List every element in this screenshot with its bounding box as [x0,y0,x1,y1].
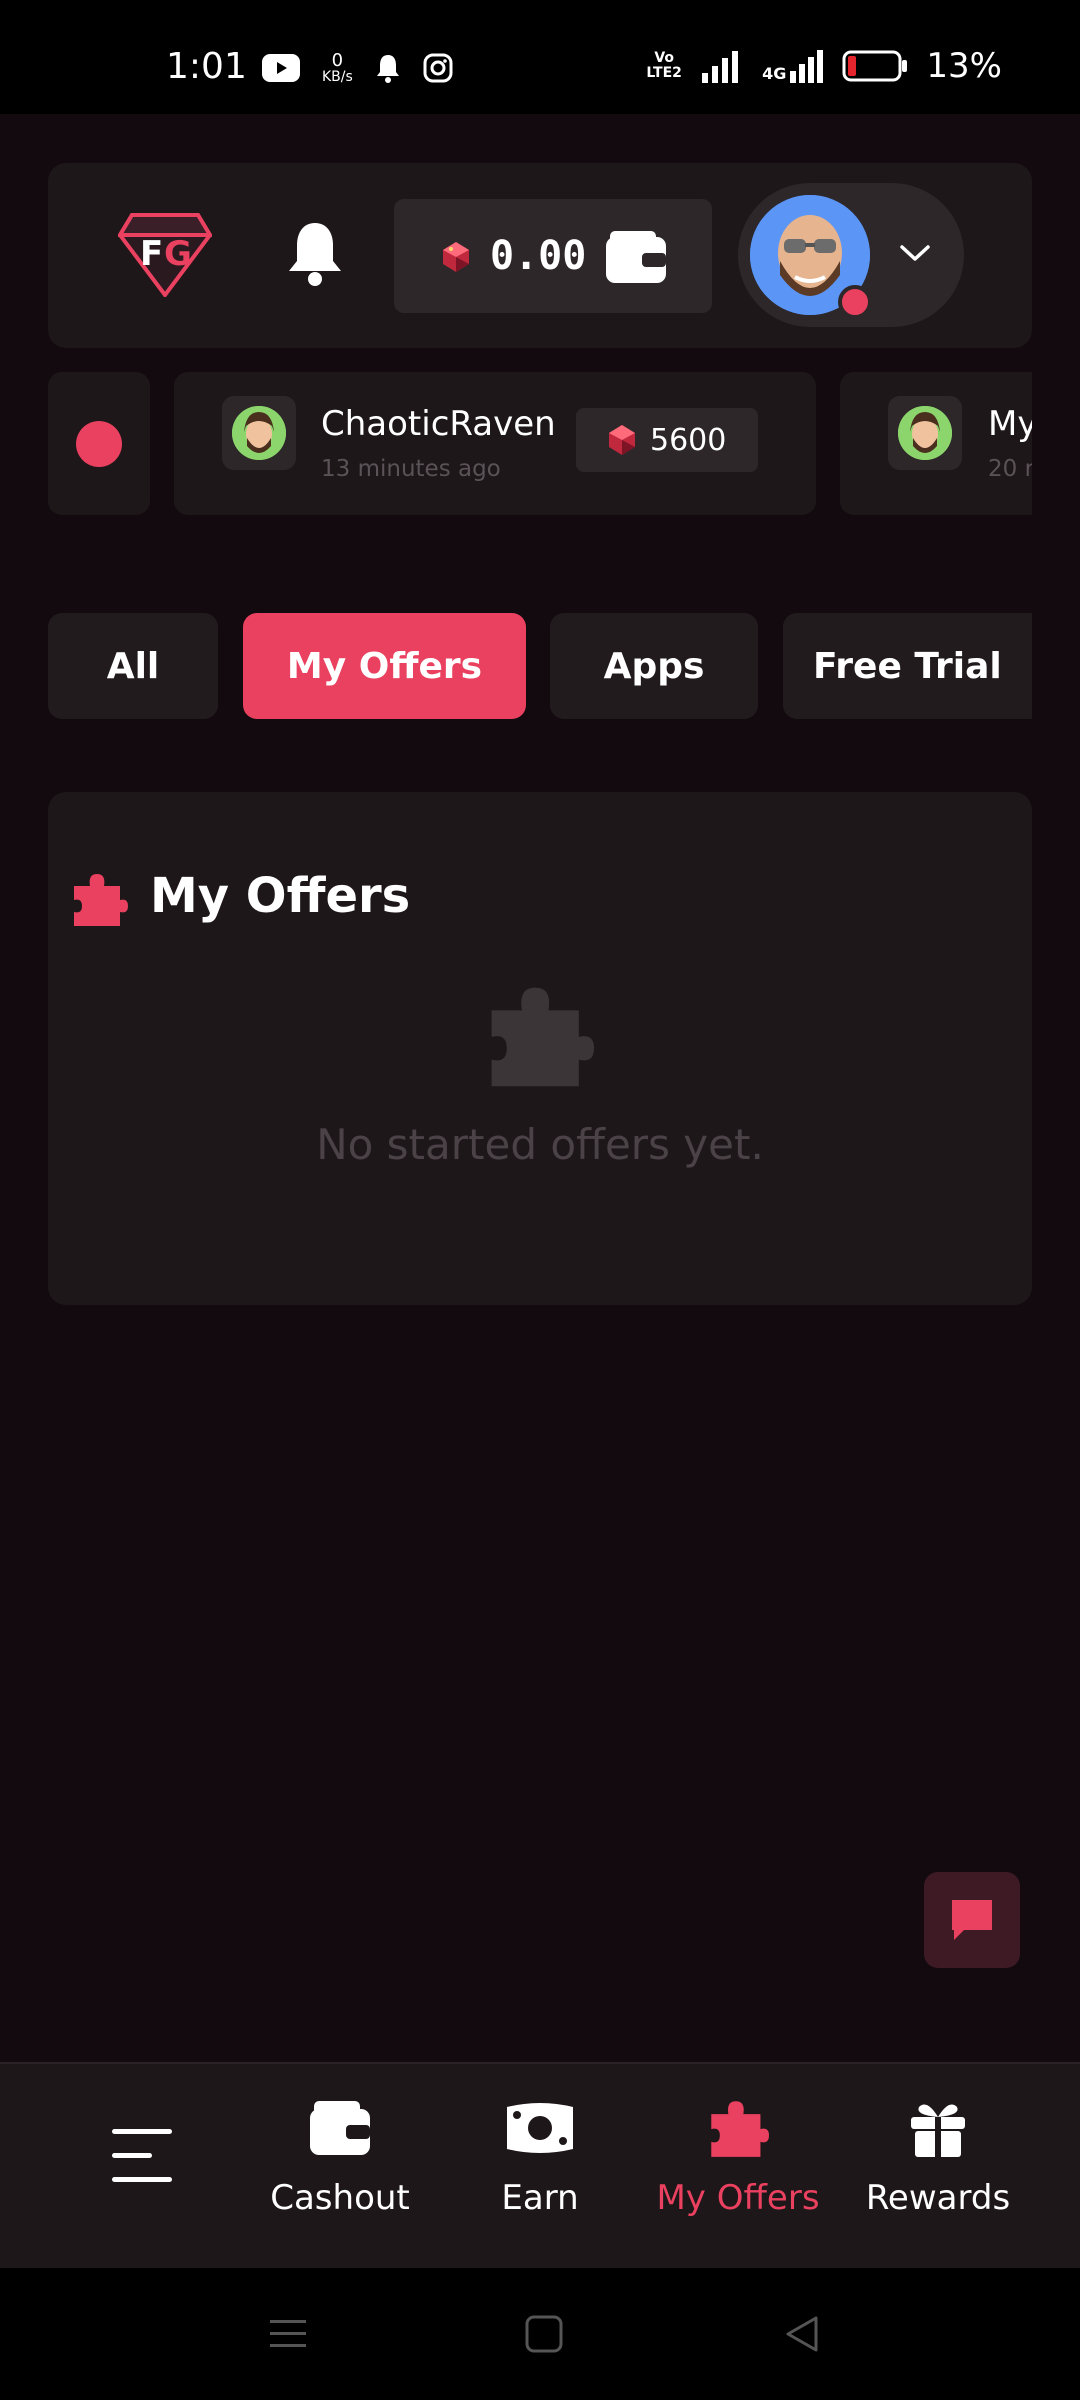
activity-card[interactable]: My 20 r [840,372,1032,515]
nav-menu[interactable] [82,2064,202,2270]
feed-timestamp: 13 minutes ago [321,456,501,482]
instagram-icon [423,53,453,83]
my-offers-panel: My Offers No started offers yet. [48,792,1032,1305]
recent-apps-icon[interactable] [268,2314,308,2354]
wallet-icon [308,2096,372,2160]
live-indicator [48,372,150,515]
battery-icon [842,50,908,82]
profile-menu[interactable] [738,183,964,327]
signal-icon-2 [790,50,824,83]
fg-logo[interactable]: F G [116,213,214,301]
volte-indicator: Vo LTE2 [646,50,682,81]
network-type: 4G [762,49,824,83]
gem-icon [440,241,472,277]
bell-icon [376,55,399,83]
nav-label: Cashout [270,2178,410,2218]
feed-username: My [988,404,1032,444]
status-left-icons: 0 KB/s [262,52,453,84]
section-title: My Offers [150,868,411,924]
feed-username: ChaoticRaven [321,404,556,444]
nav-rewards[interactable]: Rewards [858,2064,1018,2270]
status-right-icons: Vo LTE2 4G 13% [646,46,1002,86]
avatar [232,406,286,460]
chat-button[interactable] [924,1872,1020,1968]
chevron-down-icon[interactable] [898,241,932,269]
empty-state-text: No started offers yet. [316,1120,764,1169]
tab-all[interactable]: All [48,613,218,719]
activity-card[interactable]: ChaoticRaven 13 minutes ago 5600 [174,372,816,515]
svg-text:F: F [140,234,163,274]
net-speed: 0 KB/s [322,50,353,85]
net-speed-value: 0 [331,50,344,71]
nav-label: My Offers [656,2178,820,2218]
nav-my-offers[interactable]: My Offers [656,2064,820,2270]
feed-avatar-frame [222,396,296,470]
net-speed-unit: KB/s [322,69,353,85]
youtube-icon [262,54,300,82]
home-icon[interactable] [524,2314,564,2354]
wallet-icon[interactable] [604,229,668,289]
chat-icon [952,1900,992,1940]
feed-avatar-frame [888,396,962,470]
nav-label: Earn [501,2178,579,2218]
gem-icon [609,425,635,455]
status-dot [838,285,872,319]
top-header: F G 0.00 [48,163,1032,348]
battery-percent: 13% [926,46,1002,86]
status-bar: 1:01 0 KB/s Vo LTE2 4G 13% [0,0,1080,114]
nav-cashout[interactable]: Cashout [260,2064,420,2270]
balance-amount: 0.00 [490,233,587,279]
signal-icon [702,51,739,83]
tab-free-trial[interactable]: Free Trial [783,613,1032,719]
tab-apps[interactable]: Apps [550,613,758,719]
tab-my-offers[interactable]: My Offers [243,613,526,719]
feed-timestamp: 20 r [988,456,1032,482]
system-nav-bar [0,2268,1080,2400]
puzzle-icon [70,870,128,932]
gift-icon [907,2096,969,2160]
puzzle-icon [707,2096,769,2160]
puzzle-icon [484,980,594,1094]
menu-icon [110,2124,174,2188]
nav-label: Rewards [865,2178,1011,2218]
live-dot [76,421,122,467]
avatar [898,406,952,460]
money-icon [505,2096,575,2160]
feed-amount: 5600 [650,423,727,458]
bottom-nav: Cashout Earn My Offers Rewards [0,2062,1080,2268]
balance-pill[interactable]: 0.00 [394,199,712,313]
nav-earn[interactable]: Earn [460,2064,620,2270]
feed-amount-badge: 5600 [576,408,758,472]
network-label: 4G [762,64,787,83]
back-icon[interactable] [782,2314,822,2354]
notifications-bell-icon[interactable] [284,219,346,293]
svg-text:G: G [164,234,192,274]
status-time: 1:01 [166,46,247,87]
